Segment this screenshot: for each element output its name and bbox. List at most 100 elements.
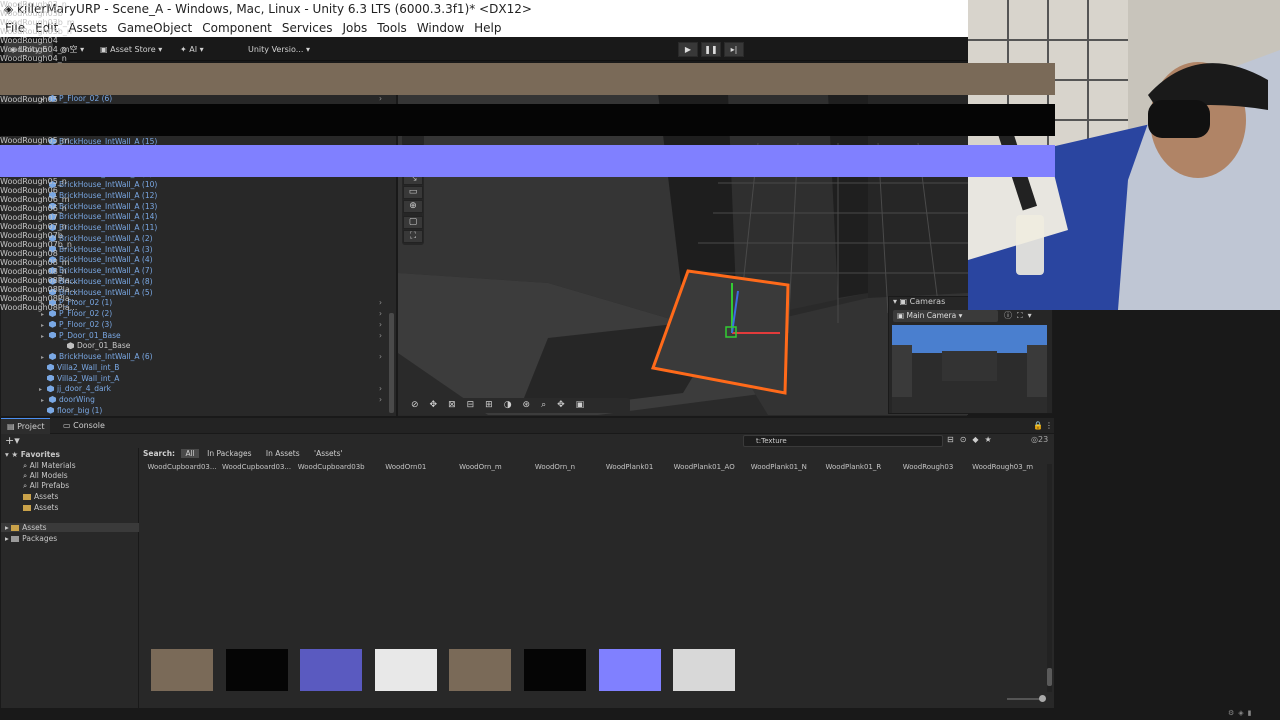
favorite-assets-1[interactable]: Assets [23, 492, 58, 501]
grid-snap-button[interactable]: ▦ ▾ [553, 80, 580, 93]
menu-component[interactable]: Component [197, 19, 277, 37]
open-prefab-chevron-icon[interactable]: › [379, 331, 382, 342]
rotate-tool-icon[interactable]: ↻ [403, 158, 423, 171]
camera-actions[interactable]: ⓘ⛶▾ [1004, 310, 1050, 322]
hierarchy-item[interactable]: BrickHouse_IntWall_A (15) [41, 137, 157, 148]
scene-search-input[interactable]: All [613, 80, 753, 92]
pivot-dropdown[interactable]: Center ▾ [406, 80, 452, 93]
project-search-input[interactable]: t:Texture [743, 435, 943, 447]
create-asset-button[interactable]: +▾ [5, 434, 20, 447]
hierarchy-item[interactable]: Villa2_Wall_int_B [39, 363, 119, 374]
hierarchy-item[interactable]: ▸ BrickHouse_IntWall_A (6) [41, 352, 153, 363]
gizmos-options[interactable]: ⨯▾⊕ [908, 80, 943, 93]
expand-arrow-icon[interactable]: ▸ [41, 332, 49, 343]
scene-viewport[interactable] [398, 93, 968, 415]
project-menu-icon[interactable]: ⋮ [1039, 418, 1059, 434]
favorites-header[interactable]: ▾ ★ Favorites [5, 450, 60, 459]
open-prefab-chevron-icon[interactable]: › [379, 309, 382, 320]
view-tool-icon[interactable]: ✋ [403, 112, 423, 125]
hierarchy-item[interactable]: BrickHouse_IntWall_A (14) [41, 212, 157, 223]
hierarchy-item[interactable]: ▸ P_Floor_02 (3) [41, 320, 112, 331]
grid-size-field[interactable]: 1 [526, 80, 531, 93]
hierarchy-item[interactable]: ▸ P_Floor_02 (5) [41, 105, 112, 116]
filter-in-packages[interactable]: In Packages [207, 449, 251, 458]
hierarchy-item[interactable]: Villa2_Wall_int_A [39, 374, 119, 385]
transform-tool-icon[interactable]: ⊕ [403, 200, 423, 213]
tab-game[interactable]: ◉ Game [448, 63, 493, 79]
project-filter-icons[interactable]: ⊟⊙◆★ [947, 435, 998, 444]
open-prefab-chevron-icon[interactable]: › [379, 105, 382, 116]
menu-file[interactable]: File [0, 19, 30, 37]
ai-button[interactable]: ✦ AI ▾ [180, 42, 204, 57]
hidden-packages-count[interactable]: ◎23 [1031, 435, 1048, 444]
hierarchy-item[interactable]: ▸ P_Floor_02 (2) [41, 309, 112, 320]
scale-tool-icon[interactable]: ⤡ [403, 172, 423, 185]
open-prefab-chevron-icon[interactable]: › [379, 352, 382, 363]
increment-snap-button[interactable]: ▦ ▾ [580, 80, 607, 93]
hierarchy-item[interactable]: BrickHouse_IntWall_A (13) [41, 202, 157, 213]
step-button[interactable]: ▸| [724, 42, 744, 57]
move-tool-icon[interactable]: ✥ [403, 144, 423, 157]
filter-all[interactable]: All [181, 449, 199, 458]
menu-assets[interactable]: Assets [63, 19, 112, 37]
camera-select-dropdown[interactable]: ▣ Main Camera ▾ [893, 310, 998, 322]
thumbnail-size-slider[interactable] [1007, 695, 1046, 702]
filter-in-assets[interactable]: In Assets [266, 449, 300, 458]
filter-assets-folder[interactable]: 'Assets' [314, 449, 343, 458]
hierarchy-item[interactable]: BrickHouse_IntWall_A (3) [41, 245, 153, 256]
menu-edit[interactable]: Edit [30, 19, 63, 37]
rect-tool-icon[interactable]: ▭ [403, 186, 423, 199]
favorite-assets-2[interactable]: Assets [23, 503, 58, 512]
tab-hierarchy[interactable]: ☰ Hierarchy [1, 63, 62, 79]
tab-console[interactable]: ▭ Console [57, 418, 111, 434]
open-prefab-chevron-icon[interactable]: › [379, 298, 382, 309]
hierarchy-item[interactable]: BrickHouse_IntWall_A (8) [41, 277, 153, 288]
add-gameobject-button[interactable]: +▾ [5, 79, 20, 92]
asset-store-button[interactable]: ▣ Asset Store ▾ [100, 42, 162, 57]
hierarchy-item[interactable]: BrickHouse_IntWall_A (17) [41, 148, 157, 159]
menu-jobs[interactable]: Jobs [338, 19, 373, 37]
play-button[interactable]: ▶ [678, 42, 698, 57]
open-prefab-chevron-icon[interactable]: › [379, 395, 382, 406]
pause-button[interactable]: ❚❚ [701, 42, 721, 57]
unity-account-button[interactable]: ◈ Unity 6 [4, 42, 54, 57]
favorite-all-prefabs[interactable]: ⌕ All Prefabs [23, 481, 69, 491]
hierarchy-search-input[interactable]: All [177, 80, 387, 92]
hierarchy-item[interactable]: BrickHouse_IntWall_A (1) [41, 126, 153, 137]
root-packages[interactable]: ▸ Packages [5, 534, 57, 543]
tab-project[interactable]: ▤ Project [1, 418, 51, 434]
hierarchy-item[interactable]: BrickHouse_IntWall_A (2) [41, 234, 153, 245]
menu-gameobject[interactable]: GameObject [112, 19, 197, 37]
version-control-button[interactable]: Unity Versio... ▾ [248, 42, 310, 57]
hierarchy-item[interactable]: BrickHouse_IntWall_A (7) [41, 266, 153, 277]
tab-scene[interactable]: ▦ Scene [398, 63, 445, 79]
hierarchy-item[interactable]: Door_01_Base [59, 341, 130, 352]
project-scrollbar[interactable] [1047, 464, 1052, 692]
favorite-all-models[interactable]: ⌕ All Models [23, 471, 68, 481]
menu-window[interactable]: Window [412, 19, 469, 37]
account-dropdown[interactable]: ◎ 空 ▾ [60, 42, 84, 57]
space-dropdown[interactable]: Local ▾ [462, 80, 502, 93]
hierarchy-item[interactable]: ▸ P_Floor_02 (6) [41, 94, 112, 105]
open-prefab-chevron-icon[interactable]: › [379, 94, 382, 105]
hierarchy-item[interactable]: BrickHouse_IntWall_A (4) [41, 255, 153, 266]
hierarchy-item[interactable]: BrickHouse_IntWall_A (9) [41, 169, 153, 180]
hierarchy-item[interactable]: BrickHouse_IntWall_A (11) [41, 223, 157, 234]
open-prefab-chevron-icon[interactable]: › [379, 384, 382, 395]
hierarchy-item[interactable]: ▸ P_Floor_02 (1) [41, 298, 112, 309]
hierarchy-item[interactable]: floor_big (1) [39, 406, 102, 416]
open-prefab-chevron-icon[interactable]: › [379, 320, 382, 331]
hierarchy-item[interactable]: ▸ doorWing [41, 395, 95, 406]
editor-tool-icon[interactable]: ⛶ [403, 230, 423, 243]
favorite-all-materials[interactable]: ⌕ All Materials [23, 461, 76, 471]
hierarchy-item[interactable]: BrickHouse_IntWall_A (16) [41, 159, 157, 170]
scene-overlay-toolbar[interactable]: ⊘✥⊠⊟⊞◑⊛⌕✥▣ [405, 398, 630, 413]
status-icons[interactable]: ⚙◈▮ [1228, 709, 1256, 717]
hierarchy-item[interactable]: BrickHouse_IntWall_A (10) [41, 180, 157, 191]
hierarchy-scrollbar[interactable] [389, 313, 394, 413]
hierarchy-item[interactable]: BrickHouse_IntWall_A [41, 116, 140, 127]
scene-view-options[interactable]: ⊕◐●◑✱▾ [780, 80, 854, 93]
menu-help[interactable]: Help [469, 19, 506, 37]
hierarchy-item[interactable]: BrickHouse_IntWall_A (12) [41, 191, 157, 202]
hierarchy-item[interactable]: BrickHouse_IntWall_A (5) [41, 288, 153, 299]
